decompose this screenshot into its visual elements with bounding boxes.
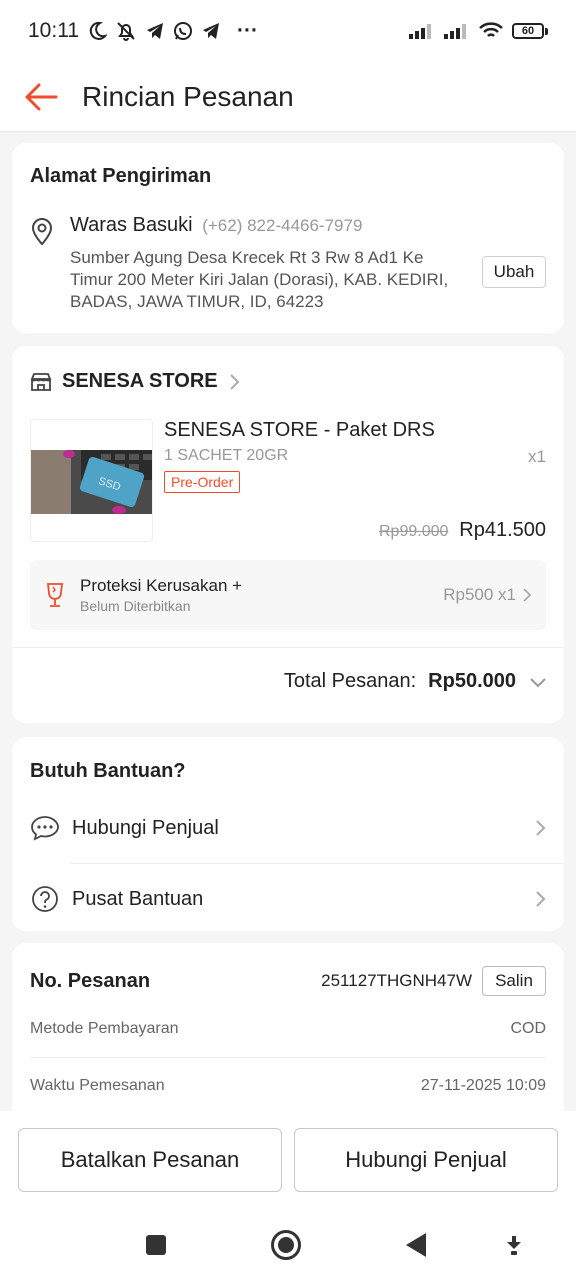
order-total-row[interactable]: Total Pesanan: Rp50.000 <box>284 670 548 693</box>
pre-order-badge: Pre-Order <box>164 471 241 493</box>
bell-off-icon <box>115 20 137 42</box>
order-total-value: Rp50.000 <box>428 670 516 692</box>
final-price: Rp41.500 <box>459 519 546 541</box>
signal-icon <box>409 23 435 39</box>
system-nav-bar <box>0 1209 576 1280</box>
telegram-icon <box>145 21 165 41</box>
section-title: Butuh Bantuan? <box>30 760 186 782</box>
change-address-button[interactable]: Ubah <box>482 256 546 288</box>
order-number-label: No. Pesanan <box>30 970 151 992</box>
shipping-address-card: Alamat Pengiriman Waras Basuki (+62) 822… <box>12 143 564 333</box>
contact-seller-button[interactable]: Hubungi Penjual <box>294 1128 558 1192</box>
moon-icon <box>87 21 107 41</box>
order-info-card: No. Pesanan 251127THGNH47W Salin Metode … <box>12 943 564 1111</box>
copy-order-number-button[interactable]: Salin <box>482 966 546 996</box>
original-price: Rp99.000 <box>379 523 449 540</box>
wifi-icon <box>479 22 503 40</box>
shop-order-card: SENESA STORE SSD SENESA STORE - Paket DR… <box>12 346 564 723</box>
help-center-label: Pusat Bantuan <box>72 887 204 910</box>
chevron-right-icon <box>536 891 546 907</box>
product-variant: 1 SACHET 20GR <box>164 447 289 464</box>
product-title[interactable]: SENESA STORE - Paket DRS <box>164 419 435 442</box>
chevron-right-icon <box>229 373 240 390</box>
order-time-value: 27-11-2025 10:09 <box>420 1077 546 1094</box>
signal-icon <box>444 23 470 39</box>
order-time-label: Waktu Pemesanan <box>30 1077 165 1094</box>
protection-status: Belum Diterbitkan <box>80 598 191 614</box>
contact-seller-row[interactable]: Hubungi Penjual <box>12 798 564 858</box>
telegram-icon <box>201 21 221 41</box>
order-number-value: 251127THGNH47W <box>321 971 472 990</box>
recents-square-icon[interactable] <box>138 1227 174 1263</box>
address-detail: Sumber Agung Desa Krecek Rt 3 Rw 8 Ad1 K… <box>70 248 449 311</box>
arrow-left-icon <box>25 83 58 110</box>
battery-level: 60 <box>512 23 544 39</box>
help-card: Butuh Bantuan? Hubungi Penjual Pusat Ban… <box>12 737 564 931</box>
broken-glass-icon <box>46 583 64 607</box>
protection-price: Rp500 x1 <box>443 585 516 604</box>
help-center-row[interactable]: Pusat Bantuan <box>12 869 564 929</box>
divider <box>70 863 564 864</box>
page-title: Rincian Pesanan <box>82 80 294 112</box>
chevron-right-icon <box>523 588 532 602</box>
cancel-order-button[interactable]: Batalkan Pesanan <box>18 1128 282 1192</box>
contact-seller-label: Hubungi Penjual <box>72 816 219 839</box>
battery-icon: 60 <box>512 23 548 39</box>
recipient-phone: (+62) 822-4466-7979 <box>202 216 363 235</box>
damage-protection-row[interactable]: Proteksi Kerusakan + Belum Diterbitkan R… <box>30 560 546 630</box>
recipient-name: Waras Basuki <box>70 214 193 236</box>
payment-method-label: Metode Pembayaran <box>30 1020 179 1037</box>
product-quantity: x1 <box>528 447 546 466</box>
store-icon <box>30 372 52 391</box>
section-title: Alamat Pengiriman <box>30 165 212 187</box>
bottom-action-bar: Batalkan Pesanan Hubungi Penjual <box>0 1111 576 1209</box>
app-bar: Rincian Pesanan <box>0 62 576 132</box>
back-triangle-icon[interactable] <box>398 1227 434 1263</box>
status-time: 10:11 <box>28 19 79 42</box>
shop-name: SENESA STORE <box>62 370 218 392</box>
order-total-label: Total Pesanan: <box>283 670 417 692</box>
order-detail-scroll[interactable]: Alamat Pengiriman Waras Basuki (+62) 822… <box>0 133 576 1111</box>
status-bar: 10:11 ··· 60 <box>0 0 576 62</box>
product-image[interactable]: SSD <box>30 419 153 542</box>
more-notifications-icon: ··· <box>237 19 258 42</box>
chevron-right-icon <box>536 820 546 836</box>
home-circle-icon[interactable] <box>268 1227 304 1263</box>
question-icon <box>32 886 58 912</box>
chat-icon <box>31 816 59 841</box>
divider <box>30 1057 546 1058</box>
back-button[interactable] <box>0 62 82 132</box>
whatsapp-icon <box>173 21 193 41</box>
location-pin-icon <box>30 214 70 313</box>
shop-header[interactable]: SENESA STORE <box>30 370 240 393</box>
payment-method-value: COD <box>510 1020 546 1037</box>
chevron-down-icon <box>530 677 546 687</box>
protection-title: Proteksi Kerusakan + <box>80 576 243 595</box>
divider <box>12 647 564 648</box>
download-arrow-icon[interactable] <box>496 1227 532 1263</box>
